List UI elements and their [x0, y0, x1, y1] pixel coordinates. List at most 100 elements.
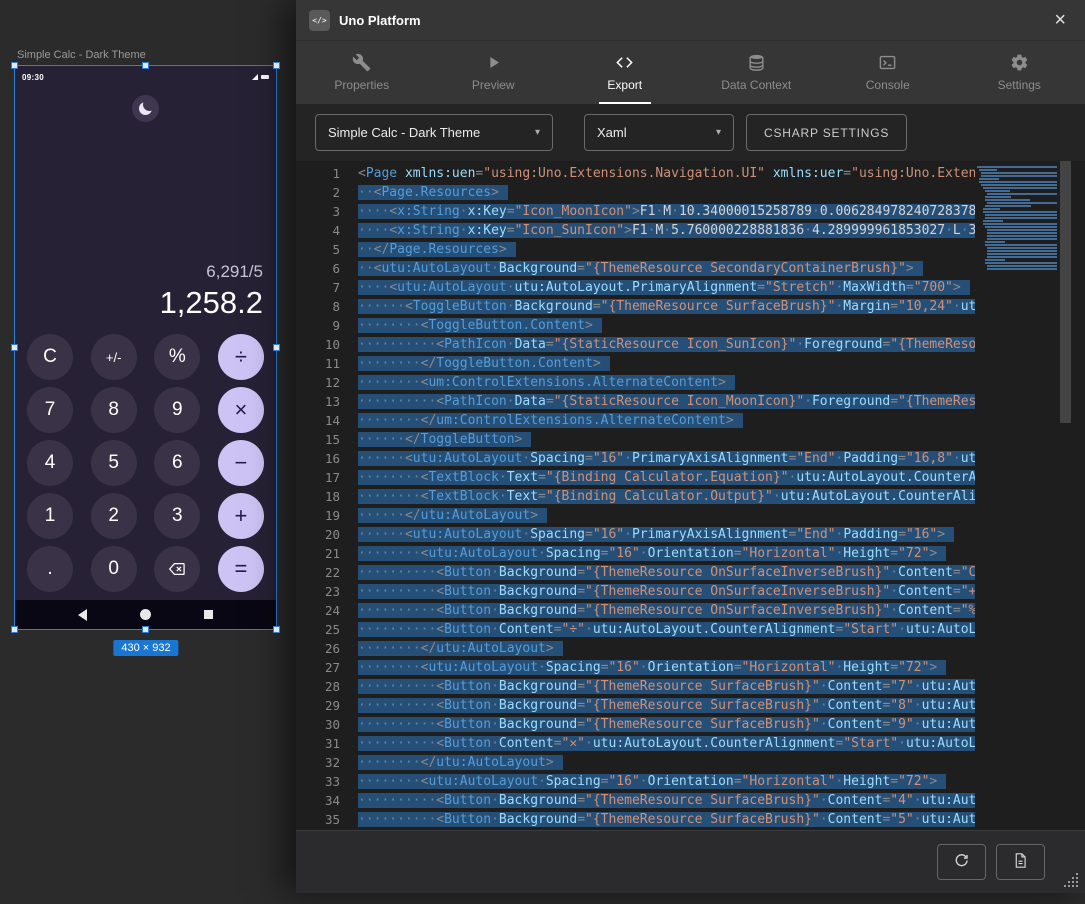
- tab-preview[interactable]: Preview: [428, 41, 560, 104]
- minimap[interactable]: [977, 166, 1059, 271]
- key-1[interactable]: 1: [27, 493, 73, 539]
- code-line[interactable]: ········</ToggleButton.Content>: [358, 354, 975, 373]
- code-line[interactable]: ········</utu:AutoLayout>: [358, 753, 975, 772]
- key-C[interactable]: C: [27, 334, 73, 380]
- code-line[interactable]: ······<utu:AutoLayout·Spacing="16"·Prima…: [358, 449, 975, 468]
- key-×[interactable]: ×: [218, 387, 264, 433]
- key-+/-[interactable]: +/-: [91, 334, 137, 380]
- line-number[interactable]: 18: [296, 487, 340, 506]
- code-line[interactable]: ········<ToggleButton.Content>: [358, 316, 975, 335]
- artboard-label[interactable]: Simple Calc - Dark Theme: [17, 49, 146, 61]
- line-number[interactable]: 26: [296, 639, 340, 658]
- tab-properties[interactable]: Properties: [296, 41, 428, 104]
- code-line[interactable]: ··<Page.Resources>: [358, 183, 975, 202]
- tab-export[interactable]: Export: [559, 41, 691, 104]
- line-number[interactable]: 15: [296, 430, 340, 449]
- code-line[interactable]: ········<TextBlock·Text="{Binding Calcul…: [358, 487, 975, 506]
- code-line[interactable]: ··········<Button·Background="{ThemeReso…: [358, 696, 975, 715]
- format-select[interactable]: Xaml ▾: [584, 114, 734, 151]
- code-line[interactable]: ··<utu:AutoLayout·Background="{ThemeReso…: [358, 259, 975, 278]
- line-number[interactable]: 17: [296, 468, 340, 487]
- code-line[interactable]: ········<utu:AutoLayout·Spacing="16"·Ori…: [358, 544, 975, 563]
- line-number[interactable]: 33: [296, 772, 340, 791]
- phone-preview[interactable]: 09:30 6,291/5 1,258.2 C+/-%÷789×456−123+…: [15, 66, 276, 629]
- scrollbar-thumb[interactable]: [1060, 161, 1071, 423]
- selection-handle[interactable]: [273, 62, 280, 69]
- code-line[interactable]: ········</utu:AutoLayout>: [358, 639, 975, 658]
- key-5[interactable]: 5: [91, 440, 137, 486]
- selection-handle[interactable]: [11, 344, 18, 351]
- resize-grip[interactable]: [1064, 873, 1080, 889]
- key-7[interactable]: 7: [27, 387, 73, 433]
- csharp-settings-button[interactable]: CSHARP SETTINGS: [746, 114, 907, 151]
- key-÷[interactable]: ÷: [218, 334, 264, 380]
- line-number[interactable]: 7: [296, 278, 340, 297]
- line-number[interactable]: 6: [296, 259, 340, 278]
- key-2[interactable]: 2: [91, 493, 137, 539]
- selection-handle[interactable]: [11, 62, 18, 69]
- code-line[interactable]: ··········<Button·Background="{ThemeReso…: [358, 563, 975, 582]
- selection-handle[interactable]: [11, 626, 18, 633]
- line-number[interactable]: 8: [296, 297, 340, 316]
- key-8[interactable]: 8: [91, 387, 137, 433]
- code-line[interactable]: ··········<PathIcon·Data="{StaticResourc…: [358, 335, 975, 354]
- line-number[interactable]: 31: [296, 734, 340, 753]
- code-line[interactable]: ··········<Button·Background="{ThemeReso…: [358, 810, 975, 829]
- key-%[interactable]: %: [154, 334, 200, 380]
- line-number[interactable]: 34: [296, 791, 340, 810]
- key-0[interactable]: 0: [91, 546, 137, 592]
- key-backspace[interactable]: [154, 546, 200, 592]
- selection-handle[interactable]: [273, 344, 280, 351]
- line-number[interactable]: 25: [296, 620, 340, 639]
- theme-toggle-button[interactable]: [132, 95, 159, 122]
- page-select[interactable]: Simple Calc - Dark Theme ▾: [315, 114, 553, 151]
- line-number[interactable]: 13: [296, 392, 340, 411]
- code-line[interactable]: ····<x:String·x:Key="Icon_MoonIcon">F1·M…: [358, 202, 975, 221]
- line-number[interactable]: 23: [296, 582, 340, 601]
- code-line[interactable]: ········<utu:AutoLayout·Spacing="16"·Ori…: [358, 658, 975, 677]
- code-line[interactable]: ··········<Button·Background="{ThemeReso…: [358, 677, 975, 696]
- line-number[interactable]: 3: [296, 202, 340, 221]
- close-icon[interactable]: ×: [1048, 8, 1072, 32]
- line-number[interactable]: 10: [296, 335, 340, 354]
- code-line[interactable]: ····<x:String·x:Key="Icon_SunIcon">F1·M·…: [358, 221, 975, 240]
- line-number[interactable]: 14: [296, 411, 340, 430]
- code-line[interactable]: ··········<Button·Content="✕"·utu:AutoLa…: [358, 734, 975, 753]
- line-number[interactable]: 16: [296, 449, 340, 468]
- line-number[interactable]: 30: [296, 715, 340, 734]
- selection-handle[interactable]: [142, 62, 149, 69]
- key-4[interactable]: 4: [27, 440, 73, 486]
- line-number[interactable]: 2: [296, 183, 340, 202]
- code-line[interactable]: ········</um:ControlExtensions.Alternate…: [358, 411, 975, 430]
- back-icon[interactable]: [78, 609, 87, 621]
- key-6[interactable]: 6: [154, 440, 200, 486]
- code-line[interactable]: <Page xmlns:uen="using:Uno.Extensions.Na…: [358, 164, 975, 183]
- line-number[interactable]: 29: [296, 696, 340, 715]
- refresh-button[interactable]: [937, 844, 986, 880]
- code-line[interactable]: ··········<Button·Background="{ThemeReso…: [358, 582, 975, 601]
- code-line[interactable]: ········<TextBlock·Text="{Binding Calcul…: [358, 468, 975, 487]
- export-file-button[interactable]: [996, 844, 1045, 880]
- line-number[interactable]: 5: [296, 240, 340, 259]
- key-=[interactable]: =: [218, 546, 264, 592]
- code-line[interactable]: ········<utu:AutoLayout·Spacing="16"·Ori…: [358, 772, 975, 791]
- line-number[interactable]: 9: [296, 316, 340, 335]
- line-number[interactable]: 21: [296, 544, 340, 563]
- code-line[interactable]: ··········<Button·Content="÷"·utu:AutoLa…: [358, 620, 975, 639]
- code-line[interactable]: ······</ToggleButton>: [358, 430, 975, 449]
- key-+[interactable]: +: [218, 493, 264, 539]
- line-number[interactable]: 20: [296, 525, 340, 544]
- key-3[interactable]: 3: [154, 493, 200, 539]
- tab-data-context[interactable]: Data Context: [691, 41, 823, 104]
- line-number[interactable]: 19: [296, 506, 340, 525]
- code-line[interactable]: ········<um:ControlExtensions.AlternateC…: [358, 373, 975, 392]
- selection-handle[interactable]: [142, 626, 149, 633]
- recents-icon[interactable]: [204, 610, 213, 619]
- tab-settings[interactable]: Settings: [954, 41, 1085, 104]
- line-number[interactable]: 32: [296, 753, 340, 772]
- line-number[interactable]: 12: [296, 373, 340, 392]
- code-line[interactable]: ····<utu:AutoLayout·utu:AutoLayout.Prima…: [358, 278, 975, 297]
- key-9[interactable]: 9: [154, 387, 200, 433]
- line-number[interactable]: 24: [296, 601, 340, 620]
- code-line[interactable]: ······<ToggleButton·Background="{ThemeRe…: [358, 297, 975, 316]
